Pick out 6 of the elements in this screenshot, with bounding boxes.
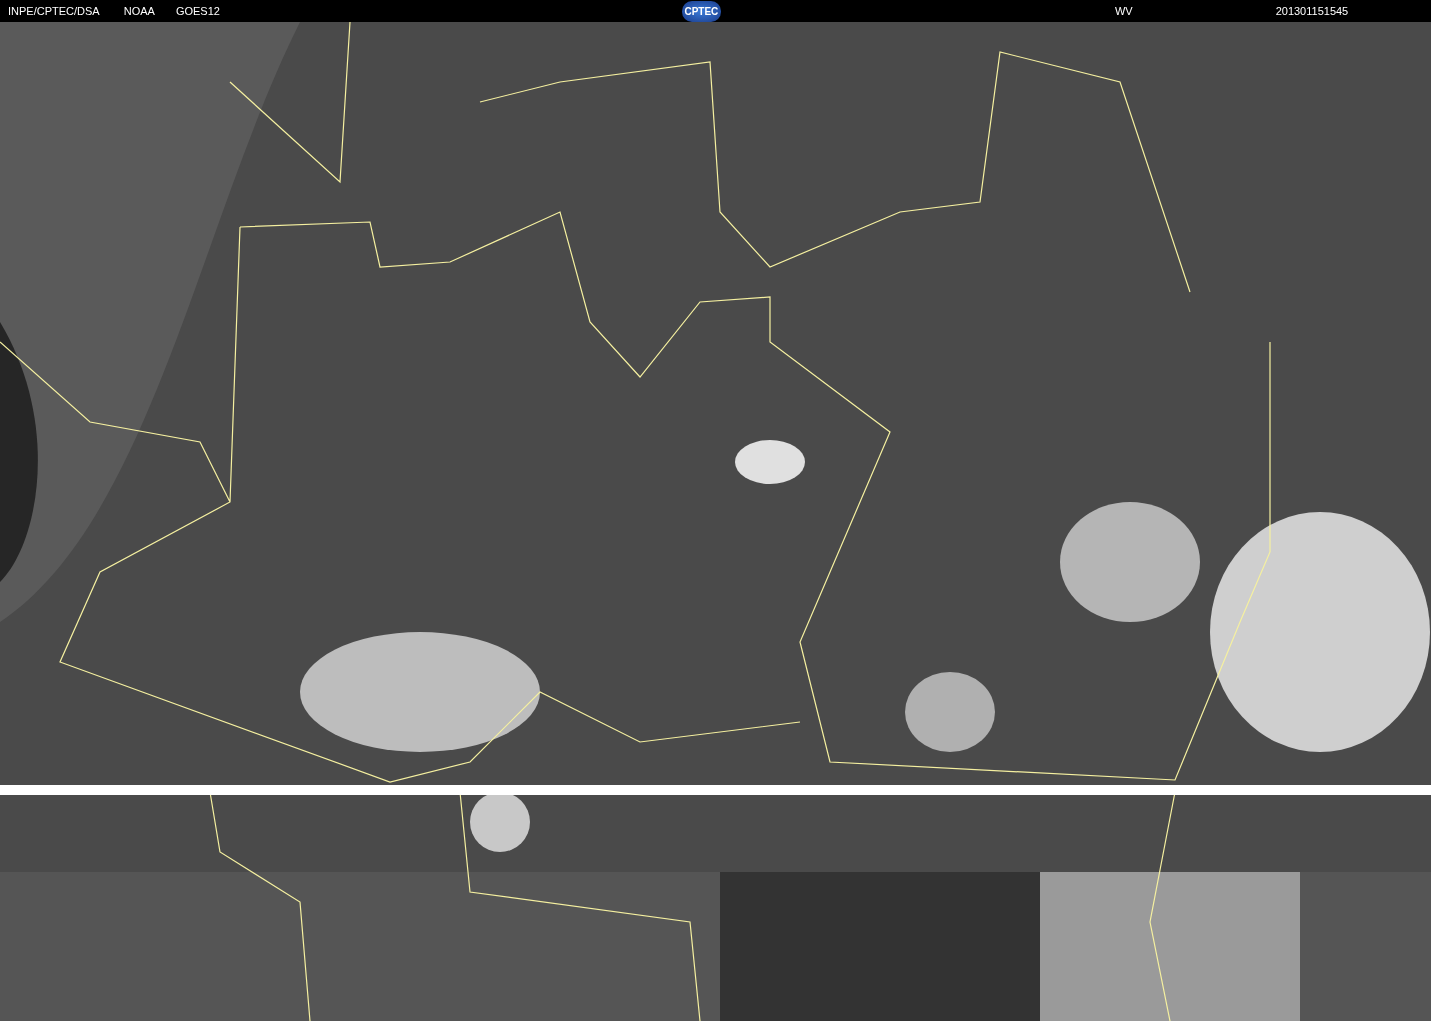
source-label: INPE/CPTEC/DSA bbox=[8, 5, 100, 17]
logo: CPTEC bbox=[681, 0, 721, 22]
agency-label: NOAA bbox=[123, 5, 155, 17]
satellite-label: GOES12 bbox=[175, 5, 220, 17]
channel-label: WV bbox=[1114, 5, 1133, 17]
timestamp-label: 201301151545 bbox=[1275, 5, 1349, 17]
